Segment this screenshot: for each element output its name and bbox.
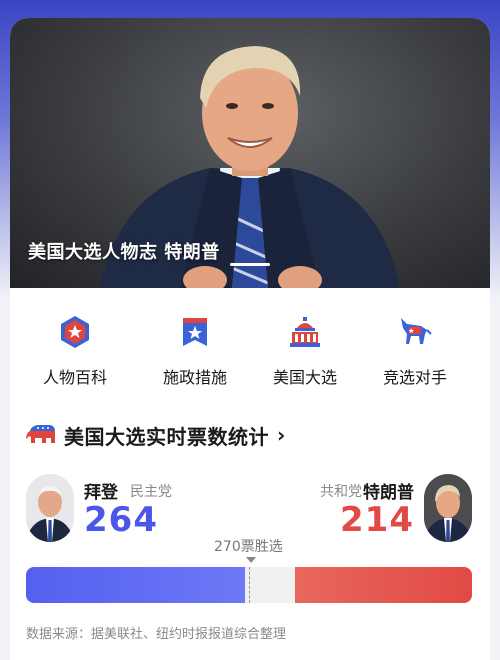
carousel-indicator	[230, 263, 270, 266]
badge-star-icon	[183, 318, 207, 346]
nav-item-us-election[interactable]: 美国大选	[250, 314, 360, 388]
capitol-building-icon	[290, 317, 320, 347]
stats-title: 美国大选实时票数统计	[64, 424, 269, 449]
chevron-right-icon: ›	[277, 423, 286, 447]
biden-avatar	[26, 474, 74, 542]
main-card: 美国大选人物志 特朗普 人物百科 施政措施 美国大选 竞选对手 美国大选实时票数…	[10, 18, 490, 660]
candidate-votes: 264	[84, 500, 158, 540]
quick-nav: 人物百科 施政措施 美国大选 竞选对手	[10, 314, 490, 394]
nav-label: 美国大选	[272, 368, 337, 387]
candidate-party: 民主党	[130, 484, 172, 500]
nav-label: 施政措施	[162, 368, 227, 387]
trump-avatar	[424, 474, 472, 542]
threshold-marker-icon	[246, 557, 256, 563]
data-source-note: 数据来源：据美联社、纽约时报报道综合整理	[26, 627, 287, 642]
candidate-biden[interactable]: 拜登 民主党 264	[26, 474, 256, 544]
candidate-trump[interactable]: 共和党 特朗普 214	[242, 474, 472, 544]
candidate-votes: 214	[340, 500, 414, 540]
republican-bar-fill	[295, 567, 472, 603]
nav-label: 竞选对手	[382, 368, 447, 387]
democrat-bar-fill	[26, 567, 245, 603]
candidate-party: 共和党	[320, 484, 362, 500]
hero-banner[interactable]: 美国大选人物志 特朗普	[10, 18, 490, 288]
vote-progress-bar	[26, 567, 472, 603]
nav-item-person-encyclopedia[interactable]: 人物百科	[20, 314, 130, 388]
nav-item-policies[interactable]: 施政措施	[140, 314, 250, 388]
hero-title: 美国大选人物志 特朗普	[28, 242, 220, 263]
nav-label: 人物百科	[42, 368, 107, 387]
donkey-icon	[401, 318, 432, 344]
elephant-icon	[26, 425, 55, 443]
vote-stats-link[interactable]: 美国大选实时票数统计 ›	[26, 420, 285, 450]
threshold-label: 270票胜选	[214, 539, 283, 555]
nav-item-opponent[interactable]: 竞选对手	[360, 314, 470, 388]
threshold-divider	[249, 567, 250, 603]
hexagon-star-icon	[61, 316, 89, 348]
